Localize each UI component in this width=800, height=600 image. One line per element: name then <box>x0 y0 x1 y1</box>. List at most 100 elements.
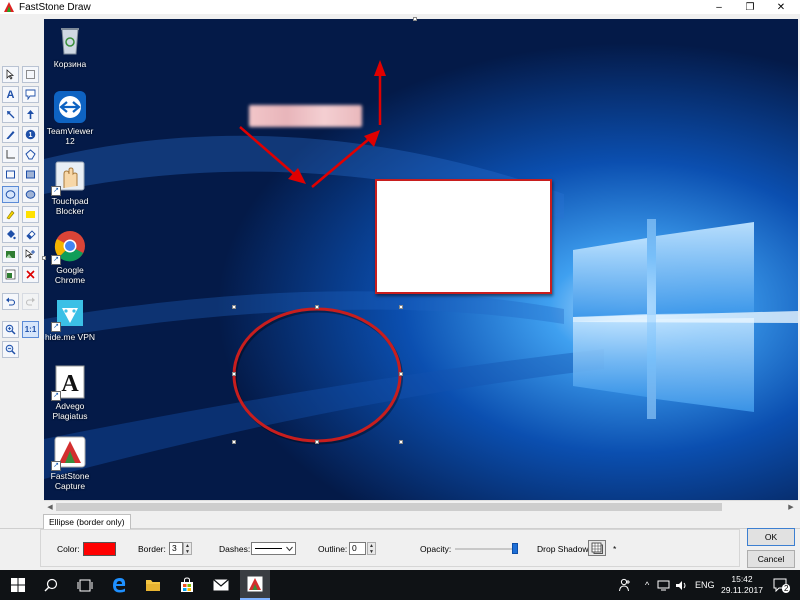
scroll-left-icon[interactable]: ◀ <box>45 502 55 512</box>
speech-balloon-icon <box>25 89 36 100</box>
taskbar-file-explorer[interactable] <box>138 570 168 600</box>
start-button[interactable] <box>0 570 36 600</box>
resize-handle[interactable] <box>399 372 403 376</box>
task-view-button[interactable] <box>70 570 100 600</box>
select-arrow-tool[interactable] <box>2 66 19 83</box>
dashes-label: Dashes: <box>219 544 251 554</box>
arrow-up-tool[interactable] <box>22 106 39 123</box>
language-indicator[interactable]: ENG <box>695 570 717 600</box>
canvas-handle-left[interactable] <box>42 256 46 260</box>
rectangle-filled-icon <box>26 170 35 179</box>
resize-handle[interactable] <box>232 305 236 309</box>
task-view-icon <box>77 579 93 591</box>
filled-rectangle-tool[interactable] <box>22 166 39 183</box>
resize-handle[interactable] <box>315 305 319 309</box>
cursor-plus-icon <box>25 249 35 259</box>
border-spin-buttons[interactable]: ▲ ▼ <box>183 542 192 555</box>
callout-tool[interactable] <box>22 86 39 103</box>
title-bar: FastStone Draw – ❐ ✕ <box>0 0 800 14</box>
red-x-icon <box>26 270 35 279</box>
undo-tool[interactable] <box>2 293 19 310</box>
actual-size-tool[interactable]: 1:1 <box>22 321 39 338</box>
red-ellipse-annotation[interactable] <box>232 307 403 445</box>
text-tool[interactable]: A <box>2 86 19 103</box>
solid-line-icon <box>255 548 282 549</box>
polygon-tool[interactable] <box>22 146 39 163</box>
minimize-button[interactable]: – <box>706 0 732 14</box>
action-center-button[interactable]: 2 <box>770 570 792 600</box>
resize-handle[interactable] <box>399 440 403 444</box>
red-arrow-up-right[interactable] <box>311 130 380 188</box>
properties-panel: Color: Border: 3 ▲ ▼ Dashes: Outline: 0 ▲… <box>40 529 740 567</box>
volume-icon[interactable] <box>675 570 689 600</box>
highlighter-icon <box>6 210 15 220</box>
resize-handle[interactable] <box>399 305 403 309</box>
taskbar-store[interactable] <box>172 570 202 600</box>
people-button[interactable] <box>615 570 635 600</box>
fill-tool[interactable] <box>2 226 19 243</box>
highlighter-tool[interactable] <box>2 206 19 223</box>
eraser-tool[interactable] <box>22 226 39 243</box>
highlight-rect-tool[interactable] <box>22 206 39 223</box>
scrollbar-thumb[interactable] <box>56 503 722 511</box>
border-width-input[interactable]: 3 <box>169 542 183 555</box>
dashes-select[interactable] <box>251 542 296 555</box>
resize-handle[interactable] <box>232 372 236 376</box>
shadow-grid-icon <box>591 542 603 554</box>
outline-width-input[interactable]: 0 <box>349 542 366 555</box>
canvas-handle-top[interactable] <box>413 17 417 21</box>
insert-image-tool[interactable] <box>2 246 19 263</box>
numbered-circle-icon: 1 <box>25 129 36 140</box>
select-rect-tool[interactable] <box>22 66 39 83</box>
zoom-out-tool[interactable] <box>2 341 19 358</box>
polygon-icon <box>25 149 36 160</box>
drawing-canvas[interactable]: Корзина TeamViewer 12 ↗ Touchpad Blocker… <box>44 19 798 500</box>
drop-shadow-button[interactable] <box>588 540 606 556</box>
red-arrow-up[interactable] <box>374 60 386 125</box>
scroll-right-icon[interactable]: ▶ <box>786 502 796 512</box>
pen-tool[interactable] <box>2 126 19 143</box>
cursor-arrow-icon <box>6 69 15 80</box>
mail-icon <box>213 579 229 591</box>
tool-palette: A 1 1:1 <box>0 14 44 514</box>
windows-taskbar: ^ ENG 15:42 29.11.2017 2 <box>0 570 800 600</box>
store-bag-icon <box>181 577 193 592</box>
arrow-line-tool[interactable] <box>2 106 19 123</box>
network-icon[interactable] <box>657 570 671 600</box>
red-arrow-down-right[interactable] <box>239 126 306 184</box>
tab-ellipse-border-only[interactable]: Ellipse (border only) <box>43 514 131 529</box>
add-pointer-tool[interactable] <box>22 246 39 263</box>
filled-ellipse-tool[interactable] <box>22 186 39 203</box>
rectangle-tool[interactable] <box>2 166 19 183</box>
opacity-slider-track[interactable] <box>455 548 515 550</box>
taskbar-mail[interactable] <box>206 570 236 600</box>
number-step-tool[interactable]: 1 <box>22 126 39 143</box>
delete-tool[interactable] <box>22 266 39 283</box>
white-rectangle-annotation[interactable] <box>375 179 552 294</box>
redo-tool[interactable] <box>22 293 39 310</box>
close-button[interactable]: ✕ <box>768 0 794 14</box>
cancel-button[interactable]: Cancel <box>747 550 795 568</box>
color-swatch[interactable] <box>83 542 116 556</box>
people-icon <box>619 578 630 592</box>
resize-handle[interactable] <box>315 440 319 444</box>
opacity-slider-thumb[interactable] <box>512 543 518 554</box>
taskbar-edge[interactable] <box>104 570 134 600</box>
faststone-draw-window: FastStone Draw – ❐ ✕ A 1 1:1 Корзина Tea… <box>0 0 800 600</box>
dotted-rectangle-icon <box>26 70 35 79</box>
background-tool[interactable] <box>2 266 19 283</box>
ok-button[interactable]: OK <box>747 528 795 546</box>
zoom-in-tool[interactable] <box>2 321 19 338</box>
horizontal-scrollbar[interactable]: ◀ ▶ <box>44 500 798 512</box>
maximize-button[interactable]: ❐ <box>737 0 763 14</box>
clock[interactable]: 15:42 29.11.2017 <box>720 570 764 600</box>
ellipse-tool[interactable] <box>2 186 19 203</box>
notification-count-badge: 2 <box>782 584 791 593</box>
resize-handle[interactable] <box>232 440 236 444</box>
magnifier-minus-icon <box>5 344 16 355</box>
outline-spin-buttons[interactable]: ▲ ▼ <box>367 542 376 555</box>
tray-overflow-chevron-icon[interactable]: ^ <box>645 570 653 600</box>
taskbar-faststone-active[interactable] <box>240 570 270 600</box>
line-tool[interactable] <box>2 146 19 163</box>
taskbar-search-button[interactable] <box>36 570 66 600</box>
